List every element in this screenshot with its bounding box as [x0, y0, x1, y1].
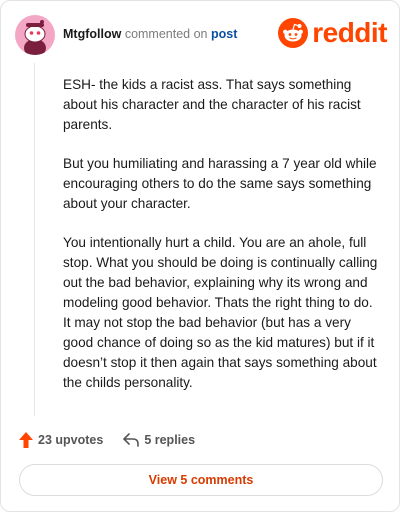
reply-button[interactable]: 5 replies	[123, 433, 195, 447]
comment-body: ESH- the kids a racist ass. That says so…	[63, 75, 381, 412]
comment-paragraph-3: You intentionally hurt a child. You are …	[63, 235, 378, 390]
comment-paragraph-2: But you humiliating and harassing a 7 ye…	[63, 156, 377, 211]
reply-count: 5 replies	[144, 433, 196, 447]
view-comments-button[interactable]: View 5 comments	[19, 464, 383, 496]
thread-line[interactable]	[34, 63, 35, 416]
post-link[interactable]: post	[211, 27, 237, 41]
comment-actions: 23 upvotes 5 replies	[19, 429, 215, 451]
upvote-button[interactable]: 23 upvotes	[19, 432, 103, 448]
comment-paragraph-1: ESH- the kids a racist ass. That says so…	[63, 77, 361, 132]
reply-arrow-icon	[123, 433, 140, 447]
username-link[interactable]: Mtgfollow	[63, 27, 121, 41]
reddit-alien-icon	[278, 18, 309, 48]
commented-on-label: commented on	[124, 27, 208, 41]
reddit-logo[interactable]: reddit	[278, 17, 387, 49]
comment-header: Mtgfollow commented on post reddit	[15, 15, 387, 55]
comment-byline: Mtgfollow commented on post	[63, 27, 237, 41]
snoo-avatar-icon[interactable]	[15, 15, 55, 55]
upvote-arrow-icon	[19, 432, 33, 448]
upvote-count: 23 upvotes	[38, 433, 104, 447]
comment-card: Mtgfollow commented on post reddit ESH- …	[0, 0, 400, 512]
reddit-wordmark: reddit	[312, 17, 387, 48]
